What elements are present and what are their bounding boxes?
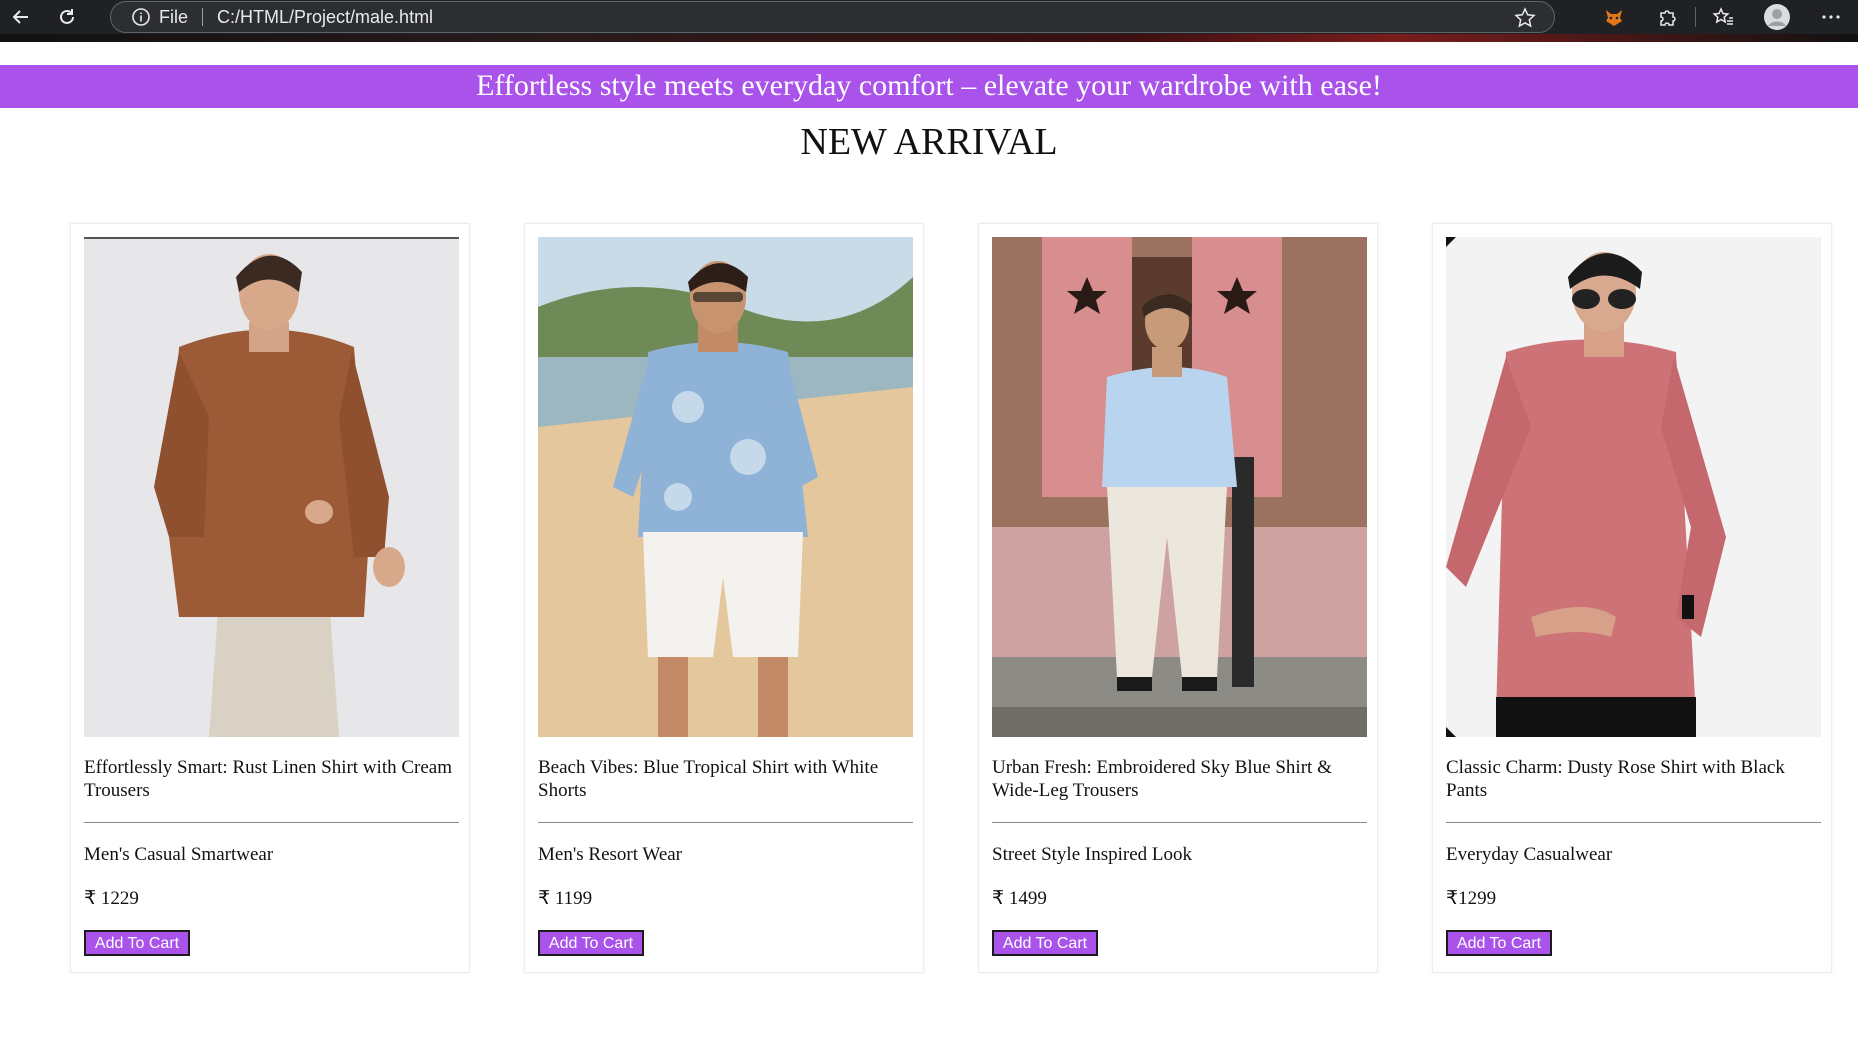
more-icon[interactable] (1804, 0, 1858, 34)
reload-icon (60, 9, 74, 24)
url-text[interactable]: C:/HTML/Project/male.html (217, 7, 433, 28)
divider (538, 822, 913, 823)
product-price: ₹ 1199 (538, 888, 593, 909)
spacer (0, 42, 1858, 65)
product-title: Beach Vibes: Blue Tropical Shirt with Wh… (538, 757, 879, 801)
product-image[interactable] (538, 237, 913, 737)
product-image[interactable] (992, 237, 1367, 737)
fox-extension-icon[interactable] (1587, 0, 1641, 34)
product-price: ₹ 1229 (84, 888, 139, 909)
browser-toolbar: File C:/HTML/Project/male.html (0, 0, 1858, 34)
product-card: Classic Charm: Dusty Rose Shirt with Bla… (1432, 223, 1832, 973)
product-category: Street Style Inspired Look (992, 844, 1192, 865)
divider (1446, 822, 1821, 823)
product-title: Classic Charm: Dusty Rose Shirt with Bla… (1446, 757, 1785, 801)
star-icon[interactable] (1514, 7, 1536, 29)
section-heading: NEW ARRIVAL (800, 121, 1058, 163)
product-title: Effortlessly Smart: Rust Linen Shirt wit… (84, 757, 453, 801)
product-card: Beach Vibes: Blue Tropical Shirt with Wh… (524, 223, 924, 973)
product-card: Effortlessly Smart: Rust Linen Shirt wit… (70, 223, 470, 973)
info-icon[interactable] (131, 7, 151, 27)
favorites-icon[interactable] (1696, 0, 1750, 34)
product-category: Everyday Casualwear (1446, 844, 1613, 865)
back-arrow-icon (12, 10, 28, 24)
product-card: Urban Fresh: Embroidered Sky Blue Shirt … (978, 223, 1378, 973)
product-title: Urban Fresh: Embroidered Sky Blue Shirt … (992, 757, 1332, 801)
add-to-cart-button[interactable]: Add To Cart (1446, 930, 1552, 956)
add-to-cart-button[interactable]: Add To Cart (538, 930, 644, 956)
back-button[interactable] (4, 0, 38, 34)
add-to-cart-button[interactable]: Add To Cart (84, 930, 190, 956)
puzzle-icon[interactable] (1641, 0, 1695, 34)
protocol-label: File (159, 6, 189, 27)
product-price: ₹ 1499 (992, 888, 1047, 909)
page-top-strip (0, 34, 1858, 42)
product-grid: Effortlessly Smart: Rust Linen Shirt wit… (0, 190, 1858, 990)
add-to-cart-button[interactable]: Add To Cart (992, 930, 1098, 956)
product-category: Men's Casual Smartwear (84, 844, 274, 865)
divider (992, 822, 1367, 823)
promo-banner: Effortless style meets everyday comfort … (0, 65, 1858, 108)
banner-text: Effortless style meets everyday comfort … (476, 69, 1382, 102)
address-separator (202, 8, 204, 26)
address-bar[interactable]: File C:/HTML/Project/male.html (110, 1, 1555, 33)
product-image[interactable] (1446, 237, 1821, 737)
reload-button[interactable] (50, 0, 84, 34)
toolbar-actions (1587, 0, 1858, 34)
divider (84, 822, 459, 823)
profile-icon[interactable] (1750, 0, 1804, 34)
product-price: ₹1299 (1446, 888, 1497, 909)
product-image[interactable] (84, 237, 459, 737)
product-category: Men's Resort Wear (538, 844, 683, 865)
